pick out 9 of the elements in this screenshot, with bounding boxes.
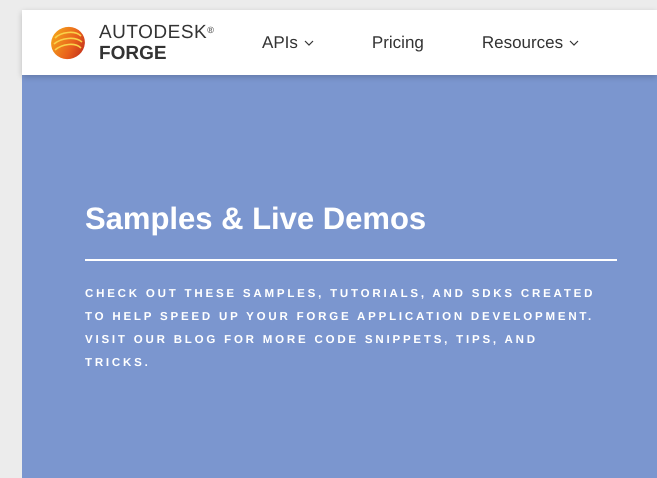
hero-description: CHECK OUT THESE SAMPLES, TUTORIALS, AND SDKS CREATED TO HELP SPEED UP YOUR FORGE APPLICATION DEVELOPMENT. VISIT OUR BLOG FOR MORE CODE SNIPPETS, TIPS, AND TRICKS. — [85, 287, 596, 371]
nav-link[interactable]: Pricing — [372, 30, 424, 56]
hero-title: Samples & Live Demos — [85, 203, 428, 234]
nav-link[interactable]: APIs — [262, 30, 314, 56]
logo-brand-text: AUTODESK$^{®}$ — [99, 22, 214, 42]
logo-product-text: FORGE — [99, 44, 168, 62]
chevron-down-icon — [569, 40, 580, 46]
nav-link[interactable]: Resources — [482, 30, 580, 56]
chevron-down-icon — [304, 40, 314, 46]
